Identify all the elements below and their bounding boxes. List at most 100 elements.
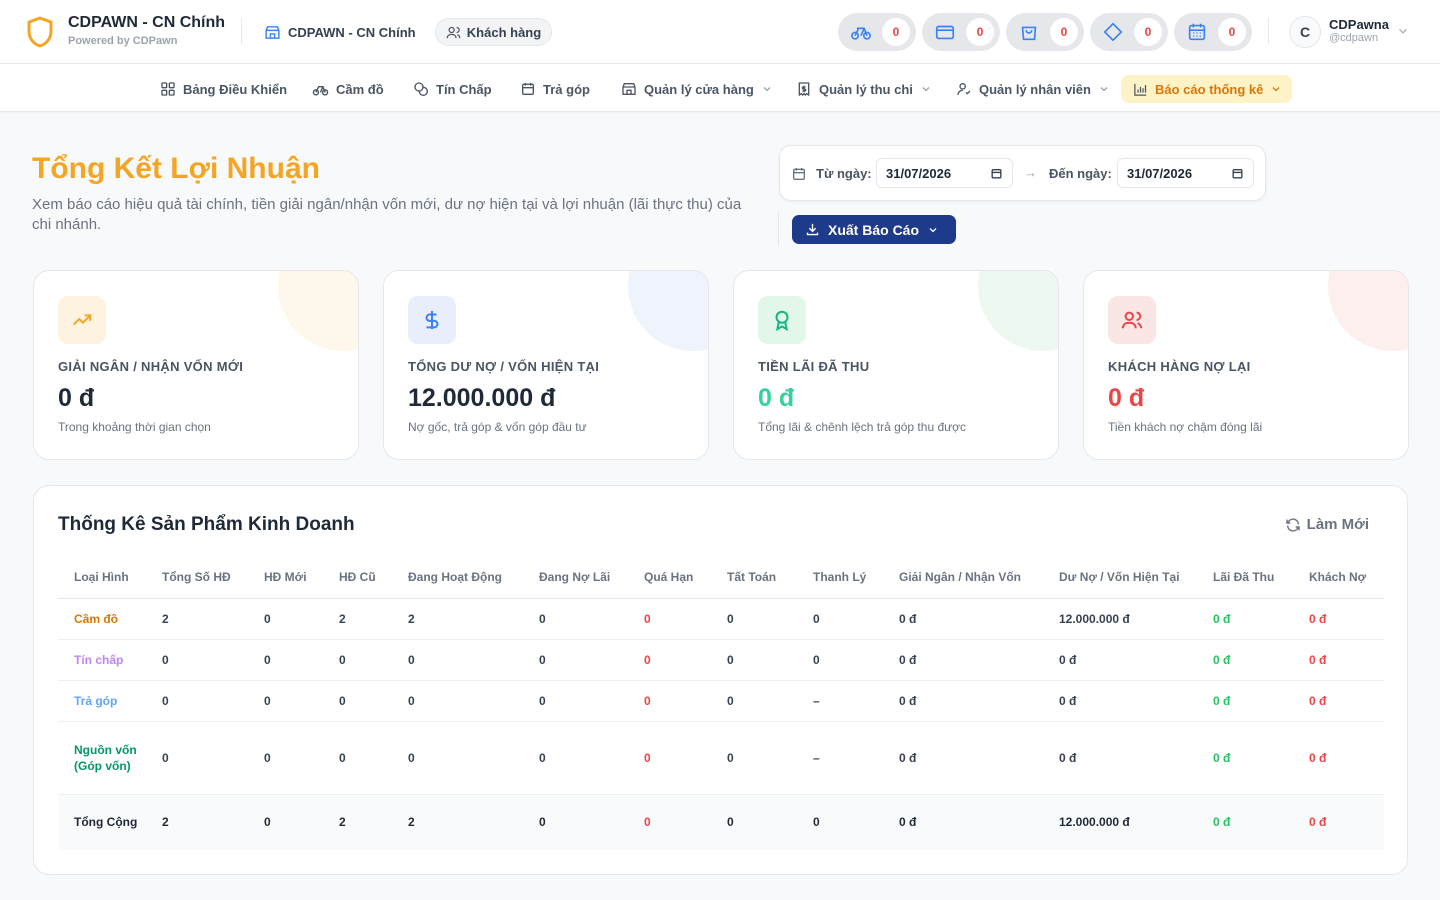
- table-cell: 0: [146, 639, 248, 681]
- diamond-counter[interactable]: 0: [1090, 13, 1168, 51]
- export-report-button[interactable]: Xuất Báo Cáo: [792, 215, 956, 244]
- chevron-down-icon: [922, 87, 930, 92]
- nav-item-finance-management[interactable]: Quản lý thu chi: [796, 75, 932, 103]
- nav-item-reports[interactable]: Báo cáo thống kê: [1121, 75, 1292, 103]
- to-date-input[interactable]: 31/07/2026: [1117, 158, 1254, 188]
- from-date-input[interactable]: 31/07/2026: [876, 158, 1013, 188]
- page-description: Xem báo cáo hiệu quả tài chính, tiền giả…: [32, 196, 742, 233]
- column-header[interactable]: Lãi Đã Thu: [1197, 557, 1293, 599]
- bicycle-icon: [851, 27, 871, 40]
- table-cell: 12.000.000 đ: [1043, 794, 1197, 850]
- table-cell: 2: [146, 794, 248, 850]
- table-cell: 0 đ: [1043, 639, 1197, 681]
- column-header[interactable]: Đang Nợ Lãi: [523, 557, 628, 599]
- outstanding-balance-card: TỔNG DƯ NỢ / VỐN HIỆN TẠI 12.000.000 đ N…: [383, 270, 709, 460]
- column-header[interactable]: HĐ Cũ: [323, 557, 392, 599]
- table-cell: 0: [248, 680, 323, 722]
- calendar-counter[interactable]: 0: [1174, 13, 1252, 51]
- table-cell: 0: [523, 680, 628, 722]
- calendar-icon: [1188, 23, 1206, 41]
- table-cell: 0: [711, 680, 797, 722]
- card-note: Tổng lãi & chênh lệch trả góp thu được: [758, 420, 967, 434]
- card-decoration: [978, 271, 1058, 351]
- column-header[interactable]: Tất Toán: [711, 557, 797, 599]
- pawn-counter[interactable]: 0: [838, 13, 916, 51]
- branch-label: CDPAWN - CN Chính: [288, 24, 416, 40]
- table-cell: 0: [323, 721, 392, 795]
- stats-table: Loại Hình Tổng Số HĐ HĐ Mới HĐ Cũ Đang H…: [58, 557, 1384, 850]
- table-cell: 0 đ: [1043, 680, 1197, 722]
- table-cell: 0 đ: [1197, 680, 1293, 722]
- card-value: 0 đ: [758, 384, 795, 412]
- header-divider: [241, 18, 242, 44]
- table-cell: 0 đ: [1197, 721, 1293, 795]
- branch-selector[interactable]: CDPAWN - CN Chính: [264, 18, 416, 46]
- column-header[interactable]: Đang Hoạt Động: [392, 557, 523, 599]
- column-header[interactable]: Quá Hạn: [628, 557, 711, 599]
- product-stats-panel: Thống Kê Sản Phẩm Kinh Doanh Làm Mới Loạ…: [33, 485, 1408, 875]
- main-nav: Bảng Điều Khiển Cầm đồ Tín Chấp Trả góp …: [0, 64, 1440, 112]
- user-handle: @cdpawn: [1329, 32, 1379, 44]
- card-decoration: [1328, 271, 1408, 351]
- nav-item-installment[interactable]: Trả góp: [520, 75, 590, 103]
- avatar[interactable]: C: [1289, 16, 1321, 48]
- nav-label: Báo cáo thống kê: [1155, 81, 1264, 97]
- download-icon: [806, 223, 819, 236]
- nav-item-staff-management[interactable]: Quản lý nhân viên: [956, 75, 1110, 103]
- installment-counter[interactable]: 0: [1006, 13, 1084, 51]
- user-name[interactable]: CDPawna: [1329, 17, 1389, 32]
- column-header[interactable]: Giải Ngân / Nhận Vốn: [883, 557, 1043, 599]
- store-icon: [622, 83, 636, 95]
- credit-count: 0: [966, 18, 994, 46]
- column-header[interactable]: HĐ Mới: [248, 557, 323, 599]
- card-note: Tiền khách nợ chậm đóng lãi: [1108, 420, 1263, 434]
- refresh-label: Làm Mới: [1306, 516, 1369, 533]
- card-label: KHÁCH HÀNG NỢ LẠI: [1108, 359, 1251, 374]
- diamond-count: 0: [1134, 18, 1162, 46]
- disbursement-card: GIẢI NGÂN / NHẬN VỐN MỚI 0 đ Trong khoản…: [33, 270, 359, 460]
- customer-button[interactable]: Khách hàng: [435, 18, 552, 46]
- table-cell: 2: [392, 598, 523, 640]
- credit-card-icon: [935, 25, 955, 40]
- card-icon-box: [408, 296, 456, 344]
- card-value: 0 đ: [1108, 384, 1145, 412]
- chevron-down-icon: [763, 87, 771, 92]
- table-cell: 0: [392, 721, 523, 795]
- refresh-button[interactable]: Làm Mới: [1285, 516, 1369, 533]
- column-header[interactable]: Thanh Lý: [797, 557, 883, 599]
- table-cell: 0: [323, 680, 392, 722]
- column-header[interactable]: Dư Nợ / Vốn Hiện Tại: [1043, 557, 1197, 599]
- table-cell: –: [797, 721, 883, 795]
- card-icon-box: [1108, 296, 1156, 344]
- table-cell: 0: [392, 639, 523, 681]
- store-icon: [265, 25, 280, 39]
- table-cell: 0: [523, 721, 628, 795]
- nav-item-dashboard[interactable]: Bảng Điều Khiển: [160, 75, 287, 103]
- table-cell: 0: [323, 639, 392, 681]
- column-header[interactable]: Tổng Số HĐ: [146, 557, 248, 599]
- table-cell: 0: [628, 680, 711, 722]
- table-cell: 2: [323, 598, 392, 640]
- table-cell: 0: [248, 794, 323, 850]
- brand-subtitle: Powered by CDPawn: [68, 35, 178, 47]
- table-cell: –: [797, 680, 883, 722]
- table-cell: 0: [711, 639, 797, 681]
- nav-item-store-management[interactable]: Quản lý cửa hàng: [621, 75, 773, 103]
- users-icon: [1121, 311, 1143, 329]
- nav-label: Cầm đồ: [336, 81, 384, 97]
- column-header[interactable]: Khách Nợ: [1293, 557, 1384, 599]
- customer-debt-card: KHÁCH HÀNG NỢ LẠI 0 đ Tiền khách nợ chậm…: [1083, 270, 1409, 460]
- column-header[interactable]: Loại Hình: [58, 557, 146, 599]
- nav-item-credit[interactable]: Tín Chấp: [413, 75, 492, 103]
- top-header: CDPAWN - CN Chính Powered by CDPawn CDPA…: [0, 0, 1440, 64]
- table-row: Cầm đồ 2 0 2 2 0 0 0 0 0 đ 12.000.000 đ …: [58, 598, 1384, 640]
- calendar-icon[interactable]: [1231, 167, 1244, 180]
- credit-counter[interactable]: 0: [922, 13, 1000, 51]
- pawn-count: 0: [882, 18, 910, 46]
- chevron-down-icon[interactable]: [1396, 24, 1410, 38]
- table-cell: 0: [797, 639, 883, 681]
- nav-item-pawn[interactable]: Cầm đồ: [312, 75, 384, 103]
- calendar-icon[interactable]: [990, 167, 1003, 180]
- table-cell: 0: [392, 680, 523, 722]
- brand-title: CDPAWN - CN Chính: [68, 14, 226, 31]
